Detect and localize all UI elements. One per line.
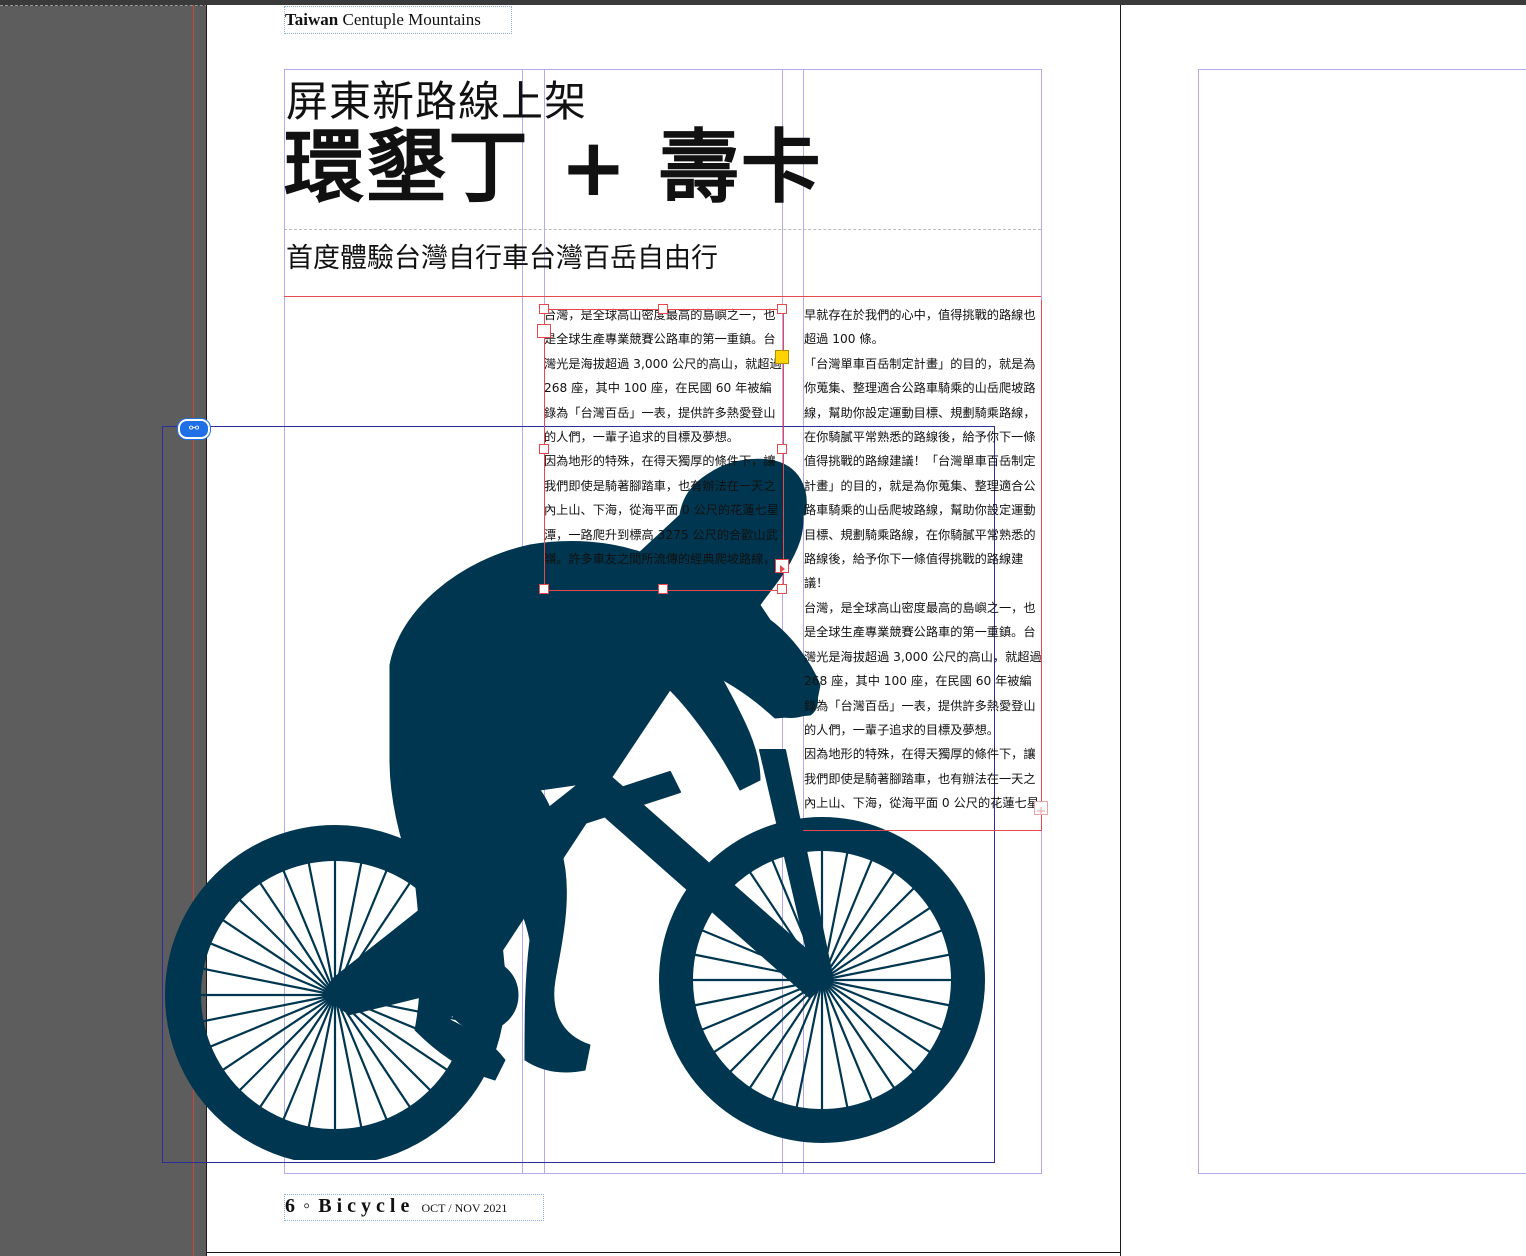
page-number: 6 [285,1195,298,1217]
next-page-margin-guide [1198,1173,1526,1174]
text-frame-top-edge [284,296,1041,297]
next-page-margin-guide [1198,69,1199,1174]
resize-handle-top-center[interactable] [658,304,668,314]
page-edge-bottom [206,1252,1121,1253]
page-edge-right [1120,5,1121,1256]
content-grabber-icon[interactable] [775,350,789,364]
text-outport-arrow-icon[interactable] [775,559,789,573]
header-rest: Centuple Mountains [338,10,481,29]
resize-handle-middle-right[interactable] [777,444,787,454]
next-page[interactable] [1120,5,1526,1256]
margin-guide-bottom [284,1173,1041,1174]
next-page-margin-guide [1198,69,1526,70]
header-bold: Taiwan [285,10,339,29]
folio-separator: ◦ [303,1195,314,1217]
magazine-name: Bicycle [318,1195,415,1217]
subheadline[interactable]: 首度體驗台灣自行車台灣百岳自由行 [286,236,718,275]
resize-handle-top-right[interactable] [777,304,787,314]
resize-handle-middle-left[interactable] [539,444,549,454]
text-frame-divider [284,229,1041,230]
running-header[interactable]: Taiwan Centuple Mountains [284,6,512,34]
issue-date: OCT / NOV 2021 [421,1201,508,1215]
headline-line-2[interactable]: 環墾丁 + 壽卡 [284,118,823,218]
selected-text-frame[interactable] [544,309,784,591]
resize-handle-bottom-left[interactable] [539,584,549,594]
folio[interactable]: 6 ◦ Bicycle OCT / NOV 2021 [284,1194,544,1221]
overset-text-icon[interactable] [1034,801,1048,815]
resize-handle-bottom-center[interactable] [658,584,668,594]
text-inport-icon[interactable] [537,324,551,338]
resize-handle-bottom-right[interactable] [777,584,787,594]
text-frame-column-2 [803,300,1042,831]
resize-handle-top-left[interactable] [539,304,549,314]
link-icon[interactable]: ⚯ [178,419,210,439]
